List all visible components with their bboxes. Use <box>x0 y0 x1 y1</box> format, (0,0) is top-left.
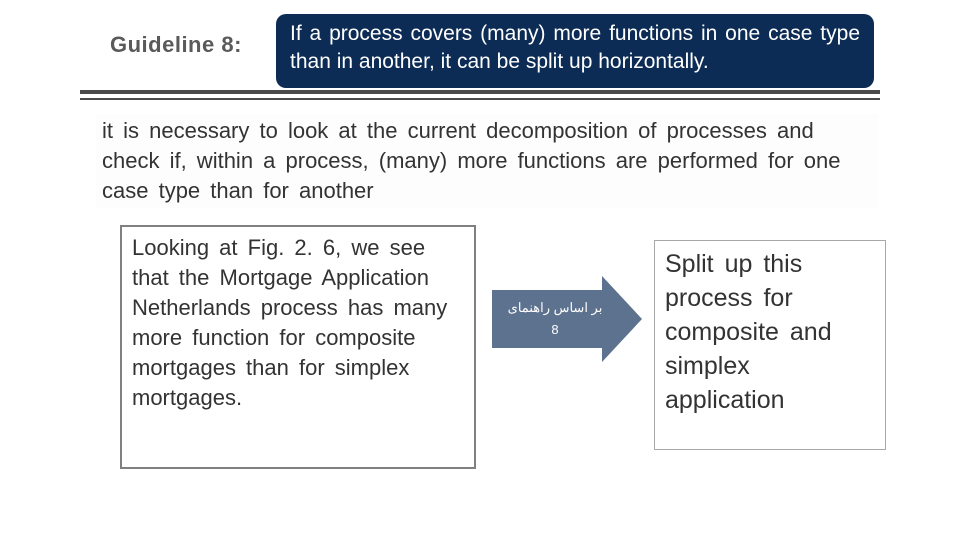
explanation-paragraph: it is necessary to look at the current d… <box>96 114 878 208</box>
divider-thick <box>80 90 880 94</box>
example-box: Looking at Fig. 2. 6, we see that the Mo… <box>120 225 476 469</box>
arrow-text-line: بر اساس راهنمای <box>508 299 603 317</box>
divider <box>80 90 880 104</box>
slide: Guideline 8: If a process covers (many) … <box>0 0 960 540</box>
result-box: Split up this process for composite and … <box>654 240 886 450</box>
guideline-label: Guideline 8: <box>110 32 242 58</box>
header-row: Guideline 8: If a process covers (many) … <box>80 18 880 88</box>
arrow: بر اساس راهنمای 8 <box>492 276 642 362</box>
arrow-label: بر اساس راهنمای 8 <box>492 290 612 348</box>
divider-thin <box>80 98 880 100</box>
arrow-text-num: 8 <box>551 321 558 339</box>
guideline-definition-box: If a process covers (many) more function… <box>276 14 874 88</box>
